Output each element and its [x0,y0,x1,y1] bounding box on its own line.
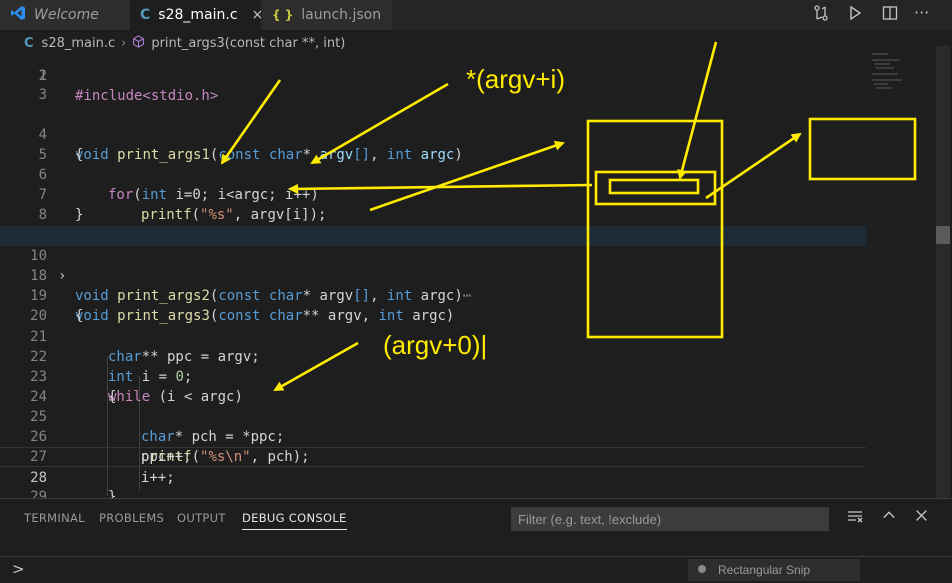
code-line: 6 for(int i=0; i<argc; i++) [38,167,319,203]
tab-problems[interactable]: PROBLEMS [99,511,164,525]
rectangular-snip-toolbar[interactable]: Rectangular Snip [688,559,860,581]
tab-debug-console[interactable]: DEBUG CONSOLE [242,511,347,530]
tab-terminal[interactable]: TERMINAL [24,511,85,525]
editor-tab-bar: Welcome C s28_main.c × { } launch.json ·… [0,0,952,30]
tab-welcome[interactable]: Welcome [0,0,130,30]
code-line: 9 [0,205,866,243]
code-line: 20{ [30,308,84,324]
compare-changes-icon[interactable] [813,5,829,25]
vscode-logo-icon [10,5,26,25]
split-editor-icon[interactable] [882,5,898,25]
code-line: 25 char* pch = *ppc; [30,409,285,445]
code-line-2: 2 [38,68,47,84]
minimap[interactable] [868,50,938,95]
code-editor[interactable]: 1 #include<stdio.h> 3 3 2 4 void print_a… [0,46,952,498]
debug-console-filter-input[interactable] [511,507,829,531]
code-line: 18 [30,268,47,284]
annotation-label-argv-plus-0: (argv+0)| [383,330,488,360]
console-prompt: > [12,560,25,578]
bottom-panel: TERMINAL PROBLEMS OUTPUT DEBUG CONSOLE [0,498,952,557]
scrollbar-thumb[interactable] [936,226,950,244]
vertical-scrollbar[interactable] [936,46,950,498]
snip-icon [698,565,706,573]
tab-s28-main-c[interactable]: C s28_main.c × [130,0,263,30]
code-line: 27 ppc++; [30,449,192,465]
maximize-panel-icon[interactable] [882,508,896,526]
code-line: 8} [38,207,84,223]
more-actions-icon[interactable]: ··· [914,3,929,22]
code-line: 4 void print_args1(const char* argv[], i… [38,127,463,163]
code-line: 7 printf("%s", argv[i]); [38,187,327,223]
code-line: 19 void print_args3(const char** argv, i… [30,288,455,324]
code-line: 26 printf("%s\n", pch); [30,429,310,465]
code-line-current: 28 i++; [0,447,866,486]
clear-console-icon[interactable] [847,508,863,528]
snip-label: Rectangular Snip [718,563,811,577]
code-line-folded: 10 › void print_args2(const char* argv[]… [0,226,866,304]
tab-label: launch.json [301,7,382,23]
code-line: 21 char** ppc = argv; [30,329,260,365]
tab-label: Welcome [34,7,99,23]
run-icon[interactable] [847,5,863,25]
close-panel-icon[interactable] [915,508,928,526]
tab-label: s28_main.c [158,7,238,23]
code-line: 29} [30,489,117,498]
tab-launch-json[interactable]: { } launch.json [262,0,392,30]
c-file-icon: C [140,7,151,23]
tab-output[interactable]: OUTPUT [177,511,226,525]
debug-console-input-row[interactable]: > Rectangular Snip [0,556,952,583]
code-line: 24{ [30,389,117,405]
code-line: 5{ [38,147,84,163]
code-line: 1 #include<stdio.h> [38,68,219,104]
json-braces-icon: { } [272,8,294,22]
annotation-label-argv-plus-i: *(argv+i) [466,64,565,94]
code-line: } [0,487,866,498]
